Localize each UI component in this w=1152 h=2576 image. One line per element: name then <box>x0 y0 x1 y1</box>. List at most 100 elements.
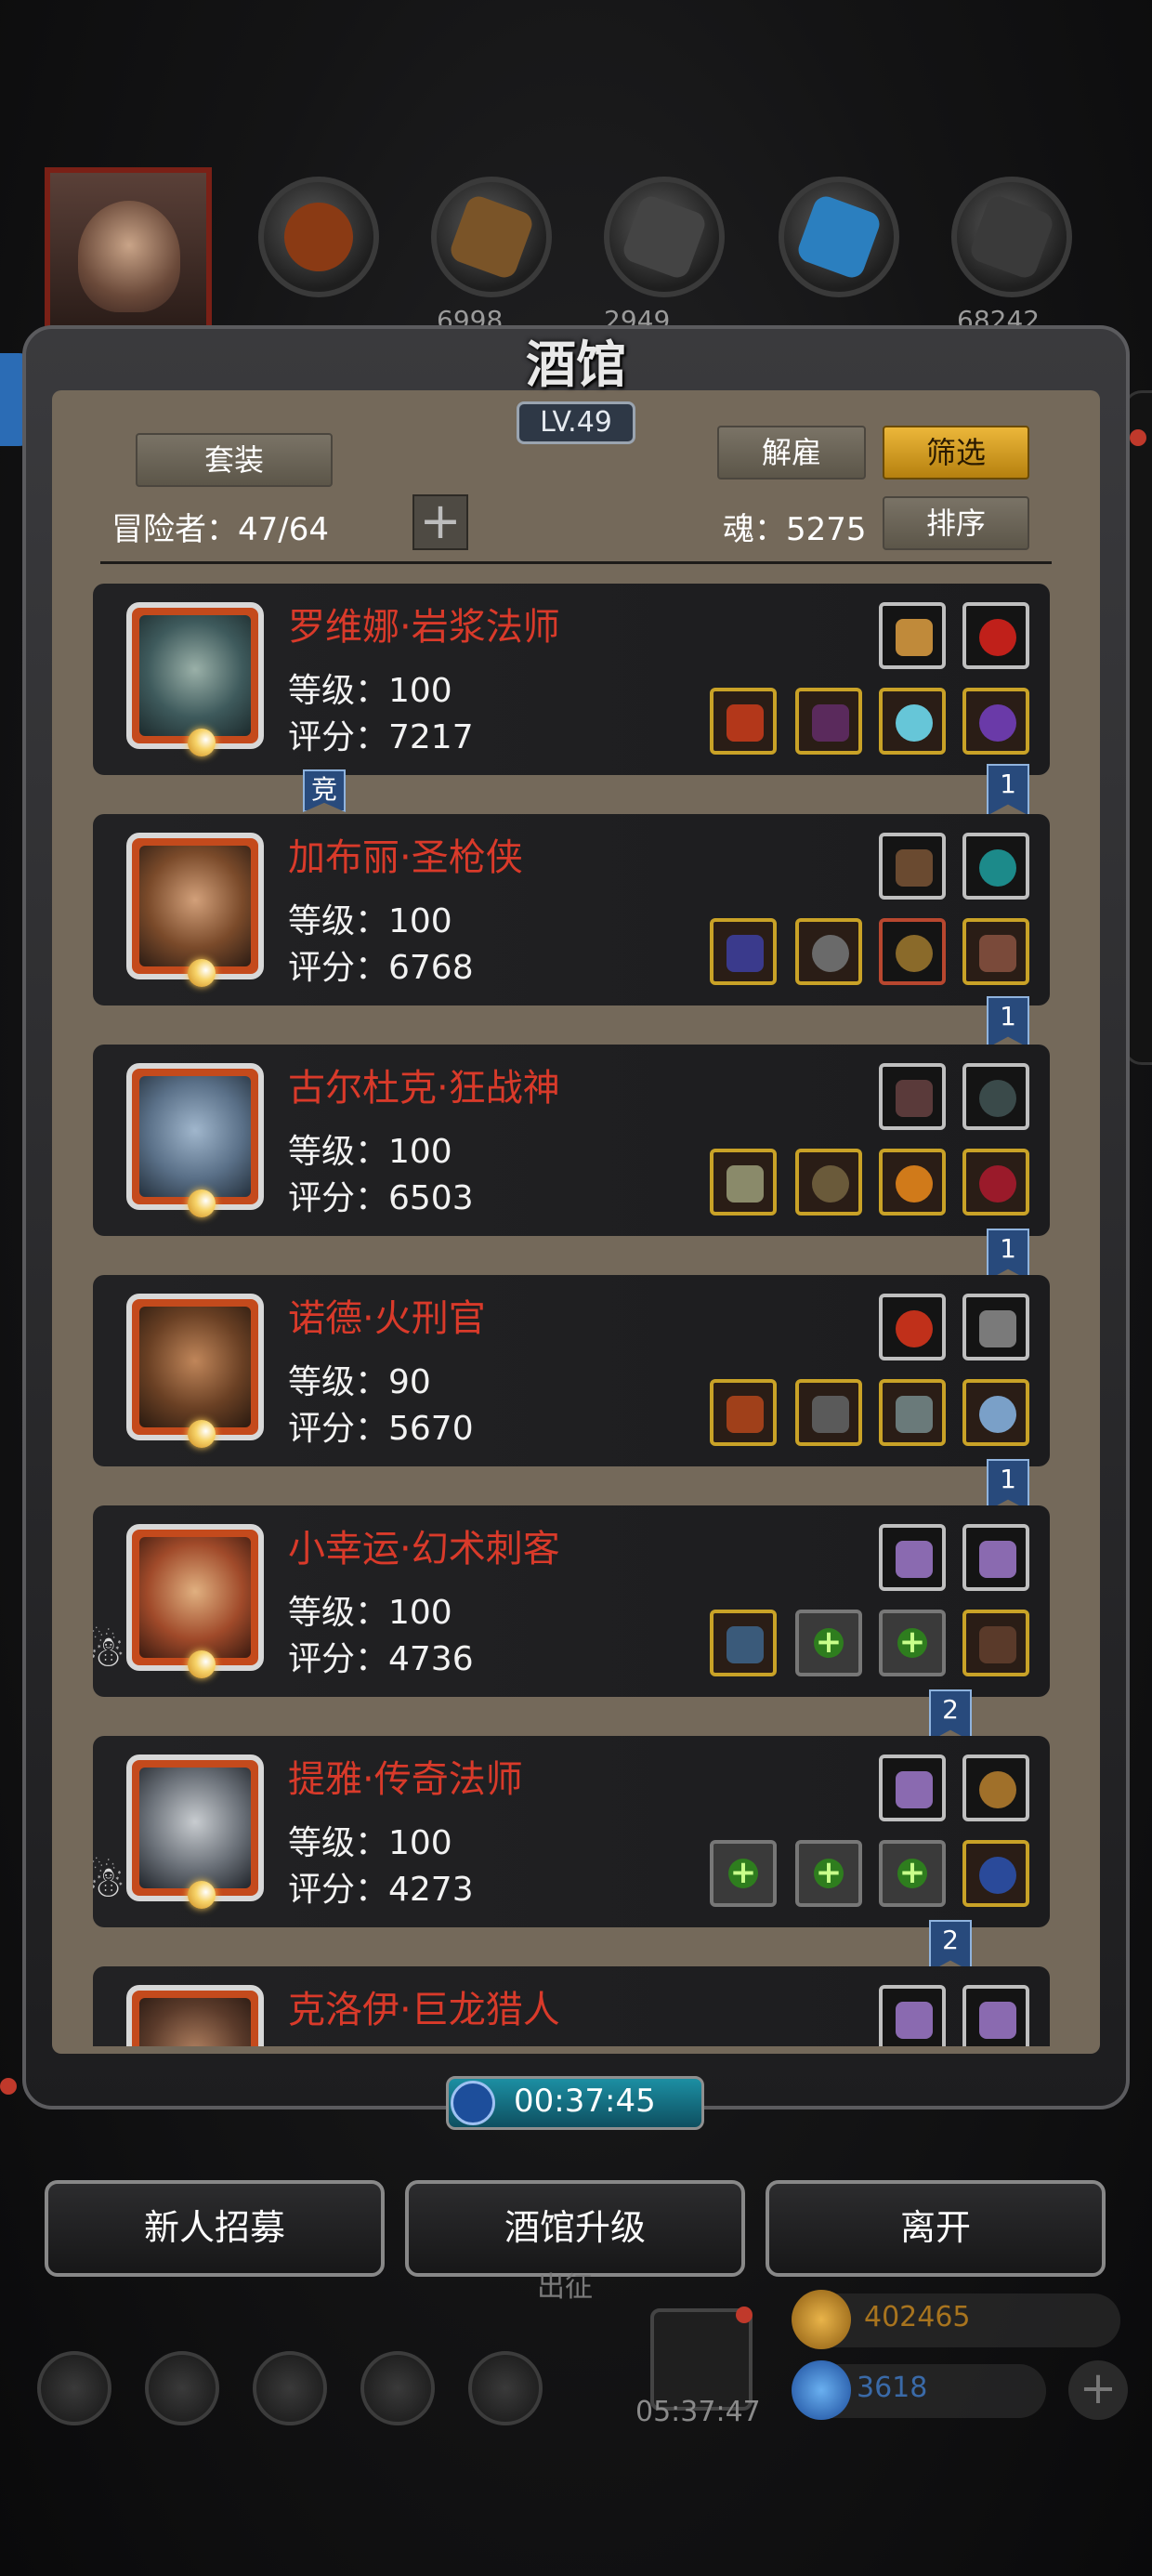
empty-slot-icon[interactable]: + <box>795 1840 862 1907</box>
moon-badge-icon <box>188 729 216 756</box>
red-gem-icon[interactable] <box>962 602 1029 669</box>
panel-title: 酒馆 <box>526 335 626 394</box>
amethyst-icon[interactable] <box>879 1524 946 1591</box>
expedition-label: 出征 <box>537 2271 593 2304</box>
suits-button[interactable]: 套装 <box>136 433 333 487</box>
battle-axe-icon[interactable] <box>710 1149 777 1216</box>
hero-name: 古尔杜克·狂战神 <box>288 1067 560 1110</box>
hero-card[interactable]: 加布丽·圣枪侠 等级：100 评分：6768 <box>93 814 1050 1005</box>
hero-score: 评分：5670 <box>288 1410 474 1448</box>
hero-name: 诺德·火刑官 <box>288 1297 486 1340</box>
empty-slot-icon[interactable]: + <box>879 1840 946 1907</box>
hero-card[interactable]: 古尔杜克·狂战神 等级：100 评分：6503 <box>93 1045 1050 1236</box>
moon-badge-icon <box>188 1189 216 1217</box>
amethyst-icon[interactable] <box>962 1524 1029 1591</box>
hero-level: 等级：100 <box>288 1133 452 1171</box>
hero-portrait[interactable] <box>126 1985 264 2046</box>
hero-portrait[interactable] <box>126 1755 264 1909</box>
potion-icon[interactable] <box>962 1840 1029 1907</box>
purple-ring-icon[interactable] <box>962 688 1029 755</box>
hero-list[interactable]: 罗维娜·岩浆法师 等级：100 评分：7217 竞 1 加布丽·圣枪侠 等级：1… <box>93 578 1050 2046</box>
upgrade-tavern-button[interactable]: 酒馆升级 <box>405 2180 745 2277</box>
filter-button[interactable]: 筛选 <box>883 426 1029 480</box>
hero-portrait[interactable] <box>126 1063 264 1217</box>
hero-card[interactable]: 罗维娜·岩浆法师 等级：100 评分：7217 <box>93 584 1050 775</box>
wood-icon <box>431 177 552 297</box>
spiked-crest-icon[interactable] <box>962 1294 1029 1360</box>
hero-card[interactable]: ☃ 小幸运·幻术刺客 等级：100 评分：4736 + + <box>93 1505 1050 1697</box>
amethyst-icon[interactable] <box>879 1985 946 2046</box>
leave-button[interactable]: 离开 <box>766 2180 1106 2277</box>
guild-icon[interactable] <box>253 2351 327 2425</box>
crystal-icon <box>779 177 899 297</box>
crossbow-icon[interactable] <box>879 833 946 900</box>
notification-dot-left <box>0 2078 17 2095</box>
cloak-icon[interactable] <box>962 1610 1029 1676</box>
hero-portrait[interactable] <box>126 1294 264 1448</box>
hero-portrait[interactable] <box>126 833 264 987</box>
mail-icon[interactable] <box>360 2351 435 2425</box>
notification-dot <box>1130 429 1146 446</box>
bronze-rings-icon[interactable] <box>962 1755 1029 1821</box>
hero-name: 罗维娜·岩浆法师 <box>288 606 560 649</box>
fire-gem-icon[interactable] <box>879 1294 946 1360</box>
hero-portrait[interactable] <box>126 1524 264 1678</box>
gauntlet-icon[interactable] <box>879 1379 946 1446</box>
silver-ring-icon[interactable] <box>962 1379 1029 1446</box>
dismiss-button[interactable]: 解雇 <box>717 426 866 480</box>
hero-portrait[interactable] <box>126 602 264 756</box>
rank-ribbon: 1 <box>987 1459 1029 1511</box>
ghost-status-icon: ☃ <box>93 1857 126 1907</box>
amulet-icon[interactable] <box>879 918 946 985</box>
hero-name: 克洛伊·巨龙猎人 <box>288 1989 560 2031</box>
teal-gem-icon[interactable] <box>962 833 1029 900</box>
leather-boots-icon[interactable] <box>962 918 1029 985</box>
flame-axe-icon[interactable] <box>710 1379 777 1446</box>
empty-slot-icon[interactable]: + <box>795 1610 862 1676</box>
slate-gem-icon[interactable] <box>962 1063 1029 1130</box>
rank-ribbon: 2 <box>929 1920 972 1972</box>
map-icon[interactable] <box>468 2351 543 2425</box>
iron-helm-icon[interactable] <box>795 918 862 985</box>
fire-staff-icon[interactable] <box>710 688 777 755</box>
rank-ribbon: 2 <box>929 1689 972 1741</box>
hero-name: 提雅·传奇法师 <box>288 1758 523 1801</box>
blue-spear-icon[interactable] <box>710 918 777 985</box>
tavern-level-badge: LV.49 <box>517 401 635 444</box>
chest-armor-icon[interactable] <box>795 1379 862 1446</box>
moon-badge-icon <box>188 1881 216 1909</box>
dagger-icon[interactable] <box>710 1610 777 1676</box>
red-orb-icon[interactable] <box>962 1149 1029 1216</box>
add-capacity-button[interactable]: + <box>412 494 468 550</box>
empty-slot-icon[interactable]: + <box>879 1610 946 1676</box>
hero-level: 等级：100 <box>288 902 452 940</box>
empty-slot-icon[interactable]: + <box>710 1840 777 1907</box>
rank-ribbon: 1 <box>987 996 1029 1048</box>
hero-card[interactable]: 克洛伊·巨龙猎人 <box>93 1966 1050 2046</box>
gift-timer: 05:37:47 <box>635 2396 761 2428</box>
horned-helm-icon[interactable] <box>879 602 946 669</box>
hero-card[interactable]: 诺德·火刑官 等级：90 评分：5670 <box>93 1275 1050 1466</box>
sort-button[interactable]: 排序 <box>883 496 1029 550</box>
moon-badge-icon <box>188 1420 216 1448</box>
gold-coin-icon <box>792 2290 851 2349</box>
recruit-button[interactable]: 新人招募 <box>45 2180 385 2277</box>
hero-card[interactable]: ☃ 提雅·传奇法师 等级：100 评分：4273 + + + <box>93 1736 1050 1927</box>
achievement-icon[interactable] <box>145 2351 219 2425</box>
ghost-status-icon: ☃ <box>93 1626 126 1676</box>
iron-icon <box>604 177 725 297</box>
amethyst-icon[interactable] <box>879 1755 946 1821</box>
skull-helm-icon[interactable] <box>795 1149 862 1216</box>
frost-rune-icon[interactable] <box>879 688 946 755</box>
player-avatar[interactable] <box>45 167 212 335</box>
hero-score: 评分：4273 <box>288 1871 474 1909</box>
meat-icon <box>258 177 379 297</box>
amethyst-icon[interactable] <box>962 1985 1029 2046</box>
settings-icon[interactable] <box>37 2351 111 2425</box>
add-gems-button[interactable]: + <box>1068 2360 1128 2420</box>
feather-icon[interactable] <box>879 1063 946 1130</box>
purple-robe-icon[interactable] <box>795 688 862 755</box>
gold-ring-icon[interactable] <box>879 1149 946 1216</box>
header-divider <box>100 561 1052 564</box>
gold-amount: 402465 <box>864 2301 971 2333</box>
